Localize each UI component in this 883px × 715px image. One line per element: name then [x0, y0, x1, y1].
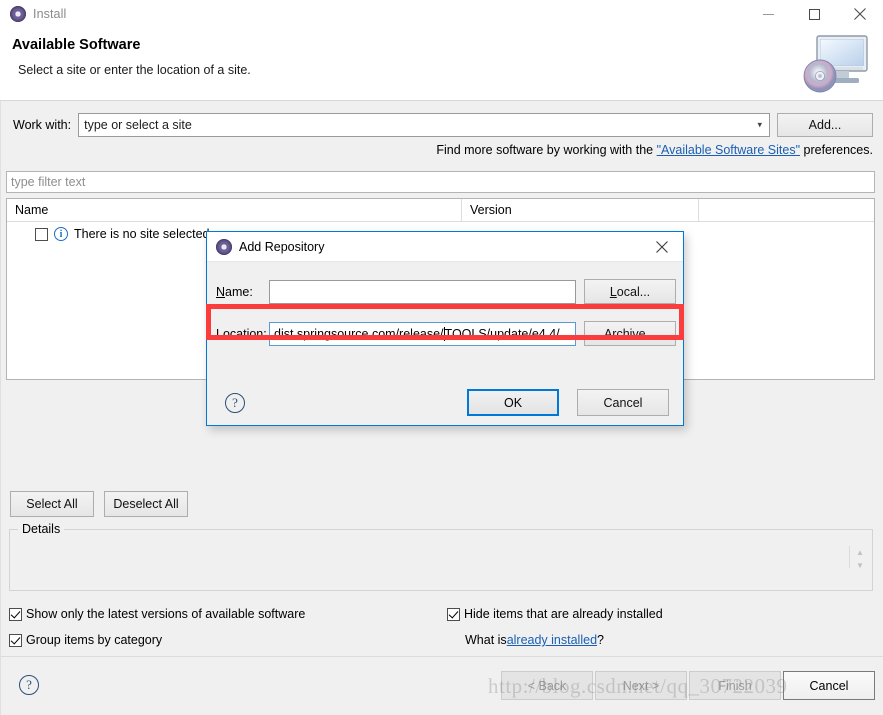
- maximize-icon[interactable]: [791, 0, 837, 28]
- info-icon: i: [54, 227, 68, 241]
- monitor-cd-icon: [799, 34, 869, 96]
- filter-input[interactable]: type filter text: [6, 171, 875, 193]
- spinner-up-down-icon[interactable]: ▲ ▼: [854, 546, 866, 572]
- already-installed-link[interactable]: already installed: [507, 633, 597, 647]
- add-button[interactable]: Add...: [777, 113, 873, 137]
- work-with-label: Work with:: [13, 118, 72, 132]
- column-header-name[interactable]: Name: [7, 199, 462, 221]
- filter-placeholder: type filter text: [11, 175, 86, 189]
- option-label: Group items by category: [26, 633, 163, 647]
- work-with-value: type or select a site: [84, 118, 192, 132]
- back-button[interactable]: < Back: [501, 671, 593, 700]
- table-header-row: Name Version: [7, 199, 874, 222]
- name-label: Name:: [216, 284, 253, 299]
- location-input-value-after-caret: TOOLS/update/e4.4/: [444, 326, 560, 341]
- name-input[interactable]: [269, 279, 576, 304]
- option-group-by-category[interactable]: Group items by category: [9, 627, 439, 653]
- column-header-version[interactable]: Version: [462, 199, 699, 221]
- ok-button[interactable]: OK: [467, 389, 559, 416]
- add-repository-dialog: Add Repository Name: Local... Location: …: [206, 231, 684, 426]
- selection-buttons: Select All Deselect All: [10, 491, 188, 517]
- archive-button[interactable]: Archive...: [584, 321, 676, 346]
- dialog-body: Name: Local... Location: dist.springsour…: [207, 262, 683, 427]
- details-group: Details ▲ ▼: [9, 522, 873, 591]
- local-button[interactable]: Local...: [584, 279, 676, 304]
- location-input[interactable]: dist.springsource.com/release/TOOLS/upda…: [269, 321, 576, 346]
- option-hide-installed[interactable]: Hide items that are already installed: [447, 601, 873, 627]
- chevron-down-icon: ▾: [757, 119, 762, 130]
- dialog-footer: ? OK Cancel: [207, 389, 683, 419]
- spinner-up-arrow[interactable]: ▲: [856, 548, 864, 557]
- finish-button[interactable]: Finish: [689, 671, 781, 700]
- window-controls: [745, 0, 883, 28]
- close-icon[interactable]: [837, 0, 883, 28]
- eclipse-gear-icon: [216, 238, 232, 255]
- window-titlebar: Install: [0, 0, 883, 28]
- location-input-value-before-caret: dist.springsource.com/release/: [274, 326, 444, 341]
- wizard-footer: ? < Back Next > Finish Cancel: [1, 656, 883, 715]
- eclipse-gear-icon: [10, 6, 26, 22]
- next-button[interactable]: Next >: [595, 671, 687, 700]
- row-name: There is no site selected.: [74, 227, 213, 241]
- what-is-suffix: ?: [597, 633, 604, 647]
- dialog-cancel-button[interactable]: Cancel: [577, 389, 669, 416]
- select-all-button[interactable]: Select All: [10, 491, 94, 517]
- work-with-combo[interactable]: type or select a site ▾: [78, 113, 770, 137]
- location-field-row: Location: dist.springsource.com/release/…: [207, 321, 683, 346]
- options-right-column: Hide items that are already installed Wh…: [447, 601, 873, 653]
- dialog-titlebar: Add Repository: [207, 232, 683, 262]
- help-question-icon[interactable]: ?: [225, 393, 245, 413]
- window-title: Install: [33, 7, 67, 21]
- option-checkbox[interactable]: [9, 607, 22, 621]
- available-software-sites-link[interactable]: "Available Software Sites": [657, 143, 800, 157]
- wizard-nav-buttons: < Back Next > Finish Cancel: [501, 671, 875, 700]
- help-question-icon[interactable]: ?: [19, 675, 39, 695]
- find-more-prefix: Find more software by working with the: [436, 143, 657, 157]
- cancel-button[interactable]: Cancel: [783, 671, 875, 700]
- deselect-all-button[interactable]: Deselect All: [104, 491, 188, 517]
- option-label: Hide items that are already installed: [464, 607, 663, 621]
- minimize-icon[interactable]: [745, 0, 791, 28]
- column-header-extra[interactable]: [699, 199, 874, 221]
- find-more-software-text: Find more software by working with the "…: [436, 143, 873, 157]
- page-title: Available Software: [12, 37, 141, 53]
- row-checkbox[interactable]: [35, 227, 48, 241]
- close-icon[interactable]: [641, 232, 683, 261]
- option-checkbox[interactable]: [9, 633, 22, 647]
- option-show-latest-versions[interactable]: Show only the latest versions of availab…: [9, 601, 439, 627]
- page-subtitle: Select a site or enter the location of a…: [18, 63, 251, 77]
- dialog-title: Add Repository: [239, 239, 325, 254]
- option-label: Show only the latest versions of availab…: [26, 607, 306, 621]
- option-checkbox[interactable]: [447, 607, 460, 621]
- details-separator: [849, 546, 850, 568]
- location-label: Location:: [216, 326, 267, 341]
- name-field-row: Name: Local...: [207, 279, 683, 304]
- work-with-row: Work with: type or select a site ▾ Add..…: [13, 113, 873, 137]
- wizard-header: Available Software Select a site or ente…: [0, 28, 883, 101]
- spinner-down-arrow[interactable]: ▼: [856, 561, 864, 570]
- details-legend: Details: [18, 522, 65, 536]
- what-is-prefix: What is: [465, 633, 507, 647]
- what-is-already-installed: What is already installed?: [447, 627, 873, 653]
- find-more-suffix: preferences.: [800, 143, 874, 157]
